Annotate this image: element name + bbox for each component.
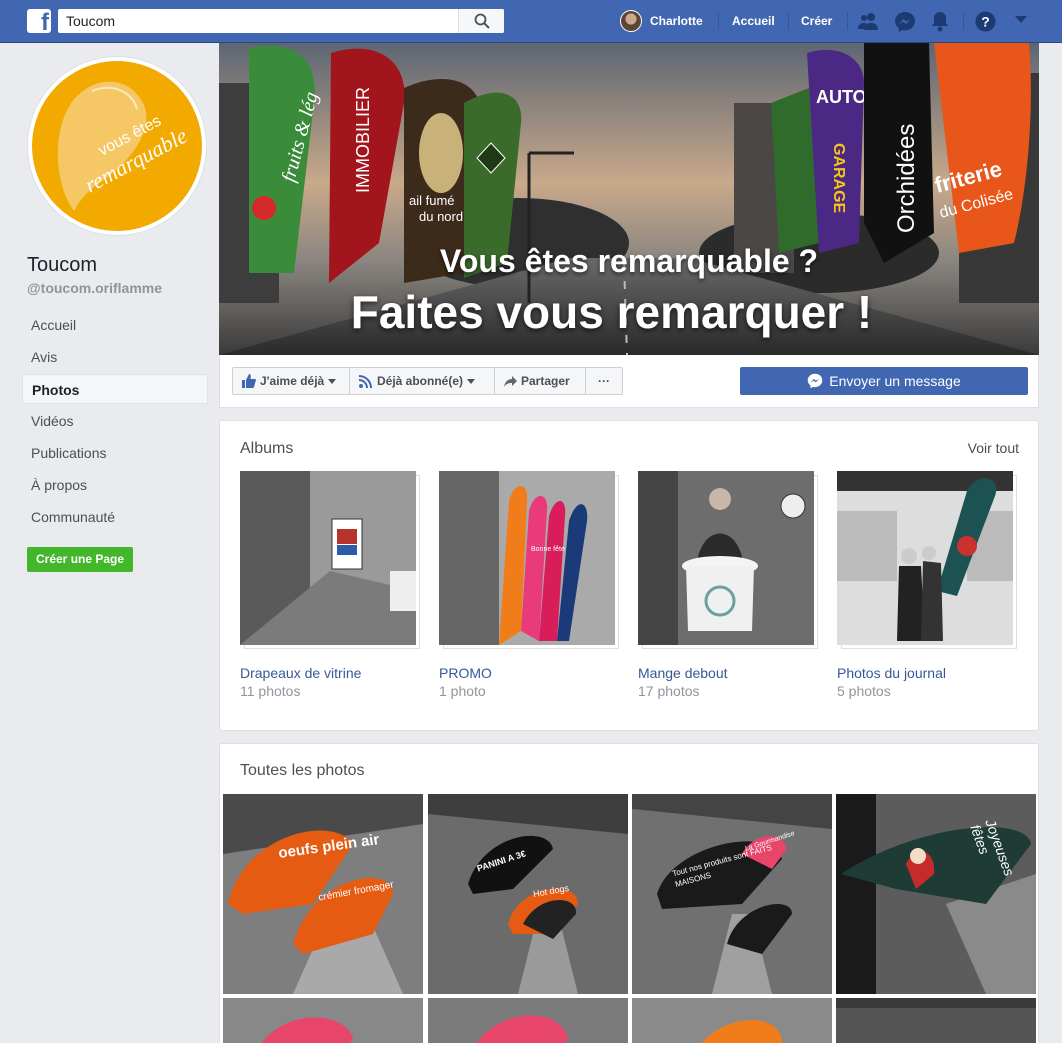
- album-cover-image: [240, 471, 416, 645]
- album-count: 5 photos: [837, 683, 891, 699]
- profile-link[interactable]: Charlotte: [620, 9, 703, 33]
- album-count: 11 photos: [240, 683, 301, 699]
- svg-text:AUTO: AUTO: [816, 87, 867, 107]
- sidebar-item-photos[interactable]: Photos: [22, 374, 208, 404]
- toucom-logo: vous êtes remarquable: [32, 61, 202, 231]
- svg-text:?: ?: [981, 14, 990, 30]
- svg-text:GARAGE: GARAGE: [830, 143, 847, 214]
- album-count: 17 photos: [638, 683, 700, 699]
- album-cover-image: [837, 471, 1013, 645]
- chevron-down-icon[interactable]: [1015, 16, 1027, 24]
- follow-button[interactable]: Déjà abonné(e): [349, 367, 495, 395]
- share-arrow-icon: [504, 375, 517, 387]
- like-button[interactable]: J'aime déjà: [232, 367, 350, 395]
- svg-text:du nord: du nord: [419, 209, 463, 224]
- album-name[interactable]: Mange debout: [638, 665, 818, 681]
- chevron-down-icon: [467, 378, 476, 384]
- share-label: Partager: [521, 374, 570, 388]
- album-name[interactable]: Photos du journal: [837, 665, 1017, 681]
- album-card[interactable]: Mange debout 17 photos: [638, 471, 818, 699]
- all-photos-section: Toutes les photos oeufs plein air crémie…: [219, 743, 1039, 1043]
- divider: [718, 12, 719, 30]
- divider: [788, 12, 789, 30]
- like-label: J'aime déjà: [260, 374, 325, 388]
- sidebar-item-communaute[interactable]: Communauté: [22, 502, 208, 532]
- sidebar-item-avis[interactable]: Avis: [22, 342, 208, 372]
- divider: [847, 12, 848, 30]
- album-name[interactable]: Drapeaux de vitrine: [240, 665, 420, 681]
- sidebar-item-a-propos[interactable]: À propos: [22, 470, 208, 500]
- photo-thumbnail[interactable]: [223, 998, 423, 1043]
- messenger-icon[interactable]: [894, 11, 916, 33]
- sidebar-item-publications[interactable]: Publications: [22, 438, 208, 468]
- search-input[interactable]: [58, 9, 458, 33]
- photo-thumbnail[interactable]: [836, 998, 1036, 1043]
- flag-orchidees: Orchidées: [864, 43, 934, 263]
- photo-thumbnail[interactable]: [428, 998, 628, 1043]
- page-sidebar-nav: Accueil Avis Photos Vidéos Publications …: [22, 310, 208, 534]
- search-button[interactable]: [458, 9, 504, 33]
- album-name[interactable]: PROMO: [439, 665, 619, 681]
- share-button[interactable]: Partager: [494, 367, 586, 395]
- page-action-bar: J'aime déjà Déjà abonné(e) Partager ··· …: [219, 355, 1039, 408]
- photo-thumbnail[interactable]: Joyeuses fêtes: [836, 794, 1036, 994]
- search-icon: [474, 13, 490, 29]
- sidebar-item-accueil[interactable]: Accueil: [22, 310, 208, 340]
- cover-photo[interactable]: fruits & lég IMMOBILIER ail fumé du nord…: [219, 43, 1039, 355]
- page-profile-picture[interactable]: vous êtes remarquable: [27, 56, 207, 236]
- photo-thumbnail[interactable]: PANINI A 3€ Hot dogs: [428, 794, 628, 994]
- albums-section: Albums Voir tout Drapeaux de vitrine 11 …: [219, 420, 1039, 731]
- svg-text:Orchidées: Orchidées: [893, 124, 920, 233]
- svg-text:Bonne fête: Bonne fête: [531, 546, 565, 553]
- more-options-button[interactable]: ···: [585, 367, 623, 395]
- chevron-down-icon: [328, 378, 337, 384]
- album-count: 1 photo: [439, 683, 486, 699]
- send-message-button[interactable]: Envoyer un message: [740, 367, 1028, 395]
- photo-thumbnail[interactable]: oeufs plein air crémier fromager: [223, 794, 423, 994]
- avatar: [620, 10, 642, 32]
- send-message-label: Envoyer un message: [829, 373, 961, 389]
- sidebar-item-videos[interactable]: Vidéos: [22, 406, 208, 436]
- help-icon[interactable]: ?: [975, 11, 996, 32]
- cover-slogan: Faites vous remarquer !: [350, 286, 873, 338]
- photo-thumbnail[interactable]: Tout nos produits sont FAITS MAISONS La …: [632, 794, 832, 994]
- follow-label: Déjà abonné(e): [377, 374, 464, 388]
- all-photos-title: Toutes les photos: [240, 762, 365, 779]
- notifications-bell-icon[interactable]: [930, 11, 950, 32]
- rss-icon: [359, 374, 372, 388]
- album-card[interactable]: Bonne fête PROMO 1 photo: [439, 471, 619, 699]
- user-name: Charlotte: [650, 14, 703, 28]
- top-navigation-bar: f Charlotte Accueil Créer ?: [0, 0, 1062, 43]
- album-cover-image: Bonne fête: [439, 471, 615, 645]
- create-link[interactable]: Créer: [801, 14, 832, 28]
- svg-text:ail fumé: ail fumé: [409, 193, 455, 208]
- friend-requests-icon[interactable]: [858, 11, 880, 31]
- thumbs-up-icon: [242, 374, 256, 388]
- album-card[interactable]: Photos du journal 5 photos: [837, 471, 1017, 699]
- divider: [963, 12, 964, 30]
- page-handle[interactable]: @toucom.oriflamme: [27, 280, 162, 296]
- albums-title: Albums: [240, 440, 294, 457]
- search-box: [58, 9, 504, 33]
- album-cover-image: [638, 471, 814, 645]
- facebook-logo-icon[interactable]: f: [27, 9, 51, 33]
- messenger-icon: [807, 373, 823, 389]
- home-link[interactable]: Accueil: [732, 14, 775, 28]
- photo-thumbnail[interactable]: [632, 998, 832, 1043]
- album-card[interactable]: Drapeaux de vitrine 11 photos: [240, 471, 420, 699]
- cover-headline: Vous êtes remarquable ?: [439, 243, 819, 279]
- svg-text:IMMOBILIER: IMMOBILIER: [353, 87, 373, 193]
- create-page-button[interactable]: Créer une Page: [27, 547, 134, 572]
- page-title[interactable]: Toucom: [27, 254, 97, 277]
- see-all-link[interactable]: Voir tout: [968, 440, 1019, 456]
